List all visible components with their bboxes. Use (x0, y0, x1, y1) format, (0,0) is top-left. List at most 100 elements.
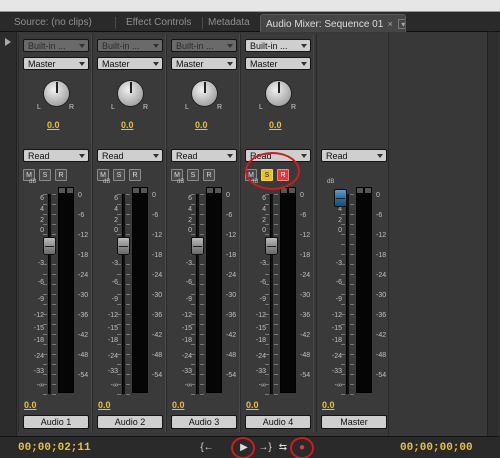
tab-close-icon[interactable]: × (386, 15, 394, 32)
fader-tick (191, 334, 195, 335)
scale-tick-label: -12 (107, 312, 118, 319)
effects-dropdown[interactable]: Built-in ... (23, 39, 89, 52)
fader-tick (200, 204, 204, 205)
fader-ticks (274, 194, 278, 395)
effects-dropdown[interactable]: Built-in ... (245, 39, 311, 52)
fader-tick (126, 294, 130, 295)
pan-knob[interactable] (191, 80, 218, 107)
effects-dropdown[interactable]: Built-in ... (171, 39, 237, 52)
record-icon[interactable]: ● (296, 442, 308, 454)
volume-fader-handle[interactable] (265, 237, 278, 255)
pan-knob[interactable] (117, 80, 144, 107)
automation-mode-dropdown[interactable]: Read (245, 149, 311, 162)
output-dropdown[interactable]: Master (245, 57, 311, 70)
fader-tick (200, 354, 204, 355)
fader-tick (52, 194, 56, 195)
fader-tick (265, 324, 269, 325)
play-icon[interactable]: ▶ (237, 442, 251, 454)
peak-indicator (281, 188, 288, 193)
record-enable-button[interactable]: R (55, 169, 67, 181)
volume-fader-handle[interactable] (334, 189, 347, 207)
fader-tick (191, 264, 195, 265)
volume-value[interactable]: 0.0 (246, 400, 259, 410)
tab-label: Metadata (208, 17, 250, 28)
fader-tick (191, 344, 195, 345)
output-dropdown[interactable]: Master (171, 57, 237, 70)
scale-tick-label: -36 (300, 312, 311, 319)
volume-fader-handle[interactable] (117, 237, 130, 255)
tab-label: Effect Controls (126, 17, 192, 28)
solo-button[interactable]: S (261, 169, 273, 181)
track-name: Audio 4 (245, 415, 311, 429)
empty-mixer-area (388, 32, 500, 436)
pan-value[interactable]: 0.0 (269, 120, 282, 130)
peak-indicator (357, 188, 364, 193)
peak-indicator (207, 188, 214, 193)
fader-tick (126, 334, 130, 335)
fader-tick (350, 234, 354, 235)
fader-tick (43, 234, 47, 235)
fader-tick (274, 204, 278, 205)
volume-value[interactable]: 0.0 (98, 400, 111, 410)
solo-button[interactable]: S (113, 169, 125, 181)
scale-tick-label: 0 (226, 192, 230, 199)
record-enable-button[interactable]: R (129, 169, 141, 181)
tab-metadata[interactable]: Metadata (208, 14, 256, 32)
automation-mode-dropdown[interactable]: Read (97, 149, 163, 162)
pan-value[interactable]: 0.0 (47, 120, 60, 130)
output-dropdown[interactable]: Master (97, 57, 163, 70)
pan-knob[interactable] (43, 80, 70, 107)
scale-tick-label: 2 (262, 217, 266, 224)
scale-tick-label: 0 (188, 227, 192, 234)
volume-value[interactable]: 0.0 (322, 400, 335, 410)
effects-dropdown[interactable]: Built-in ... (97, 39, 163, 52)
automation-mode-label: Read (250, 151, 272, 161)
peak-indicator (59, 188, 66, 193)
fader-tick (117, 394, 121, 395)
scale-tick-label: -6 (78, 212, 85, 219)
panel-menu-icon[interactable]: ▾ (398, 19, 405, 29)
pan-value[interactable]: 0.0 (195, 120, 208, 130)
automation-mode-dropdown[interactable]: Read (23, 149, 89, 162)
scale-tick-label: -30 (78, 292, 89, 299)
pan-right-label: R (143, 104, 149, 111)
solo-button[interactable]: S (39, 169, 51, 181)
volume-fader-handle[interactable] (43, 237, 56, 255)
fader-tick (191, 274, 195, 275)
volume-value[interactable]: 0.0 (24, 400, 37, 410)
automation-mode-label: Read (326, 151, 348, 161)
volume-value[interactable]: 0.0 (172, 400, 185, 410)
fader-tick (350, 374, 354, 375)
volume-fader-handle[interactable] (191, 237, 204, 255)
play-in-to-out-icon[interactable]: →} (258, 442, 272, 454)
fader-tick (274, 384, 278, 385)
tab-source[interactable]: Source: (no clips) (14, 14, 112, 32)
tab-label: Source: (no clips) (14, 17, 92, 28)
fader-tick (274, 364, 278, 365)
automation-mode-dropdown[interactable]: Read (321, 149, 387, 162)
level-meter (280, 187, 296, 393)
scale-tick-label: -48 (376, 352, 387, 359)
tab-audio-mixer[interactable]: Audio Mixer: Sequence 01 × ▾ (260, 14, 406, 32)
go-to-out-point-icon[interactable] (220, 442, 232, 454)
pan-knob[interactable] (265, 80, 292, 107)
scale-tick-label: -∞ (110, 382, 118, 389)
expand-effects-triangle-icon[interactable] (5, 38, 11, 46)
left-db-scale: 6420-3-6-9-12-15-18-24-33-∞ (320, 184, 342, 394)
fader-tick (341, 314, 345, 315)
output-dropdown[interactable]: Master (23, 57, 89, 70)
level-meter (206, 187, 222, 393)
loop-icon[interactable]: ⇆ (277, 442, 289, 454)
automation-mode-dropdown[interactable]: Read (171, 149, 237, 162)
scale-tick-label: -6 (111, 279, 118, 286)
pan-value[interactable]: 0.0 (121, 120, 134, 130)
right-scrollbar[interactable] (487, 32, 499, 436)
go-to-in-point-icon[interactable]: {← (200, 442, 214, 454)
scale-tick-label: -18 (78, 252, 89, 259)
tab-effect-controls[interactable]: Effect Controls (126, 14, 202, 32)
current-timecode[interactable]: 00;00;02;11 (18, 442, 91, 454)
record-enable-button[interactable]: R (277, 169, 289, 181)
solo-button[interactable]: S (187, 169, 199, 181)
record-enable-button[interactable]: R (203, 169, 215, 181)
scale-tick-label: -24 (376, 272, 387, 279)
